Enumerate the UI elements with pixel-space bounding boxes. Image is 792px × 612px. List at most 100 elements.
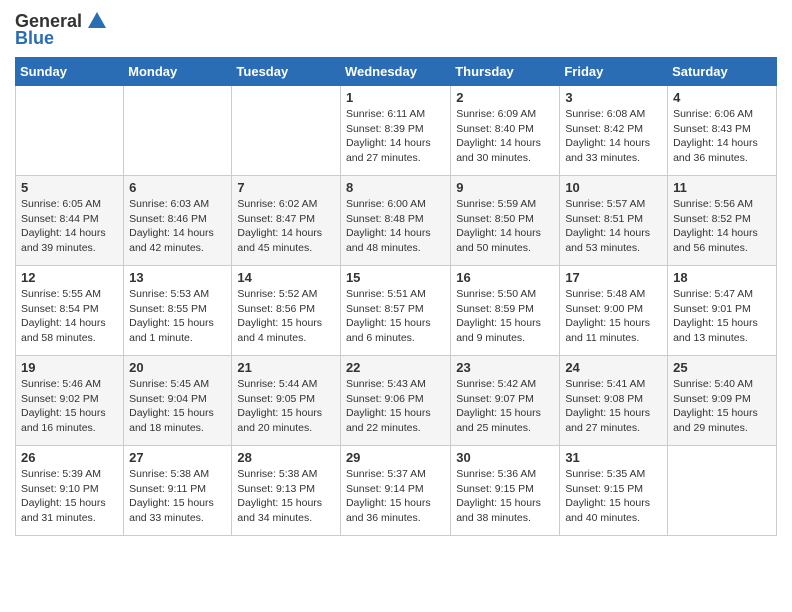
day-info: Sunrise: 5:50 AM Sunset: 8:59 PM Dayligh…: [456, 287, 554, 346]
day-number: 20: [129, 360, 226, 375]
day-number: 26: [21, 450, 118, 465]
dow-header-monday: Monday: [124, 58, 232, 86]
day-number: 9: [456, 180, 554, 195]
day-info: Sunrise: 5:46 AM Sunset: 9:02 PM Dayligh…: [21, 377, 118, 436]
day-info: Sunrise: 6:09 AM Sunset: 8:40 PM Dayligh…: [456, 107, 554, 166]
day-number: 5: [21, 180, 118, 195]
day-number: 23: [456, 360, 554, 375]
calendar-cell-w0-d4: 2Sunrise: 6:09 AM Sunset: 8:40 PM Daylig…: [451, 86, 560, 176]
day-info: Sunrise: 5:55 AM Sunset: 8:54 PM Dayligh…: [21, 287, 118, 346]
header: General Blue: [15, 10, 777, 49]
dow-header-friday: Friday: [560, 58, 668, 86]
day-info: Sunrise: 6:08 AM Sunset: 8:42 PM Dayligh…: [565, 107, 662, 166]
day-number: 7: [237, 180, 335, 195]
day-info: Sunrise: 5:37 AM Sunset: 9:14 PM Dayligh…: [346, 467, 445, 526]
calendar-cell-w2-d3: 15 Sunrise: 5:51 AM Sunset: 8:57 PM Dayli…: [340, 266, 450, 356]
calendar-cell-w4-d6: [668, 446, 777, 536]
calendar-cell-w3-d1: 20 Sunrise: 5:45 AM Sunset: 9:04 PM Dayli…: [124, 356, 232, 446]
calendar-cell-w2-d1: 13Sunrise: 5:53 AM Sunset: 8:55 PM Dayli…: [124, 266, 232, 356]
calendar-cell-w3-d4: 23 Sunrise: 5:42 AM Sunset: 9:07 PM Dayli…: [451, 356, 560, 446]
calendar-cell-w1-d5: 10 Sunrise: 5:57 AM Sunset: 8:51 PM Dayli…: [560, 176, 668, 266]
calendar-cell-w4-d0: 26 Sunrise: 5:39 AM Sunset: 9:10 PM Dayli…: [16, 446, 124, 536]
calendar-cell-w0-d0: [16, 86, 124, 176]
calendar-cell-w1-d3: 8 Sunrise: 6:00 AM Sunset: 8:48 PM Daylig…: [340, 176, 450, 266]
day-info: Sunrise: 5:36 AM Sunset: 9:15 PM Dayligh…: [456, 467, 554, 526]
dow-header-tuesday: Tuesday: [232, 58, 341, 86]
day-number: 6: [129, 180, 226, 195]
calendar-cell-w4-d2: 28 Sunrise: 5:38 AM Sunset: 9:13 PM Dayli…: [232, 446, 341, 536]
day-info: Sunrise: 5:38 AM Sunset: 9:13 PM Dayligh…: [237, 467, 335, 526]
calendar-cell-w0-d5: 3 Sunrise: 6:08 AM Sunset: 8:42 PM Daylig…: [560, 86, 668, 176]
logo-blue-text: Blue: [15, 28, 54, 49]
calendar-cell-w1-d0: 5 Sunrise: 6:05 AM Sunset: 8:44 PM Daylig…: [16, 176, 124, 266]
calendar-cell-w4-d4: 30Sunrise: 5:36 AM Sunset: 9:15 PM Dayli…: [451, 446, 560, 536]
day-number: 27: [129, 450, 226, 465]
logo-icon: [86, 10, 108, 32]
day-info: Sunrise: 5:35 AM Sunset: 9:15 PM Dayligh…: [565, 467, 662, 526]
calendar-table: SundayMondayTuesdayWednesdayThursdayFrid…: [15, 57, 777, 536]
calendar-cell-w4-d3: 29 Sunrise: 5:37 AM Sunset: 9:14 PM Dayli…: [340, 446, 450, 536]
calendar-cell-w3-d2: 21 Sunrise: 5:44 AM Sunset: 9:05 PM Dayli…: [232, 356, 341, 446]
day-info: Sunrise: 6:05 AM Sunset: 8:44 PM Dayligh…: [21, 197, 118, 256]
dow-header-sunday: Sunday: [16, 58, 124, 86]
day-number: 18: [673, 270, 771, 285]
calendar-cell-w4-d1: 27Sunrise: 5:38 AM Sunset: 9:11 PM Dayli…: [124, 446, 232, 536]
calendar-cell-w1-d1: 6 Sunrise: 6:03 AM Sunset: 8:46 PM Daylig…: [124, 176, 232, 266]
calendar-cell-w1-d4: 9 Sunrise: 5:59 AM Sunset: 8:50 PM Daylig…: [451, 176, 560, 266]
day-number: 19: [21, 360, 118, 375]
day-info: Sunrise: 5:47 AM Sunset: 9:01 PM Dayligh…: [673, 287, 771, 346]
calendar-cell-w0-d1: [124, 86, 232, 176]
dow-header-saturday: Saturday: [668, 58, 777, 86]
day-number: 8: [346, 180, 445, 195]
day-info: Sunrise: 6:00 AM Sunset: 8:48 PM Dayligh…: [346, 197, 445, 256]
day-number: 10: [565, 180, 662, 195]
calendar-cell-w2-d2: 14 Sunrise: 5:52 AM Sunset: 8:56 PM Dayli…: [232, 266, 341, 356]
calendar-cell-w0-d3: 1Sunrise: 6:11 AM Sunset: 8:39 PM Daylig…: [340, 86, 450, 176]
calendar-cell-w3-d5: 24 Sunrise: 5:41 AM Sunset: 9:08 PM Dayli…: [560, 356, 668, 446]
day-info: Sunrise: 6:02 AM Sunset: 8:47 PM Dayligh…: [237, 197, 335, 256]
calendar-cell-w2-d5: 17Sunrise: 5:48 AM Sunset: 9:00 PM Dayli…: [560, 266, 668, 356]
logo: General Blue: [15, 10, 108, 49]
day-number: 24: [565, 360, 662, 375]
day-number: 22: [346, 360, 445, 375]
day-info: Sunrise: 5:53 AM Sunset: 8:55 PM Dayligh…: [129, 287, 226, 346]
day-info: Sunrise: 5:44 AM Sunset: 9:05 PM Dayligh…: [237, 377, 335, 436]
day-info: Sunrise: 5:56 AM Sunset: 8:52 PM Dayligh…: [673, 197, 771, 256]
calendar-cell-w3-d0: 19 Sunrise: 5:46 AM Sunset: 9:02 PM Dayli…: [16, 356, 124, 446]
day-info: Sunrise: 5:45 AM Sunset: 9:04 PM Dayligh…: [129, 377, 226, 436]
calendar-cell-w2-d0: 12Sunrise: 5:55 AM Sunset: 8:54 PM Dayli…: [16, 266, 124, 356]
day-info: Sunrise: 5:52 AM Sunset: 8:56 PM Dayligh…: [237, 287, 335, 346]
calendar-cell-w1-d6: 11Sunrise: 5:56 AM Sunset: 8:52 PM Dayli…: [668, 176, 777, 266]
day-info: Sunrise: 5:59 AM Sunset: 8:50 PM Dayligh…: [456, 197, 554, 256]
dow-header-wednesday: Wednesday: [340, 58, 450, 86]
day-number: 4: [673, 90, 771, 105]
day-info: Sunrise: 5:57 AM Sunset: 8:51 PM Dayligh…: [565, 197, 662, 256]
calendar-cell-w4-d5: 31 Sunrise: 5:35 AM Sunset: 9:15 PM Dayli…: [560, 446, 668, 536]
day-info: Sunrise: 5:51 AM Sunset: 8:57 PM Dayligh…: [346, 287, 445, 346]
calendar-cell-w0-d6: 4 Sunrise: 6:06 AM Sunset: 8:43 PM Daylig…: [668, 86, 777, 176]
day-info: Sunrise: 6:06 AM Sunset: 8:43 PM Dayligh…: [673, 107, 771, 166]
day-number: 3: [565, 90, 662, 105]
day-number: 29: [346, 450, 445, 465]
day-number: 21: [237, 360, 335, 375]
day-info: Sunrise: 6:11 AM Sunset: 8:39 PM Dayligh…: [346, 107, 445, 166]
day-number: 15: [346, 270, 445, 285]
day-number: 31: [565, 450, 662, 465]
calendar-cell-w2-d4: 16 Sunrise: 5:50 AM Sunset: 8:59 PM Dayli…: [451, 266, 560, 356]
day-number: 16: [456, 270, 554, 285]
calendar-cell-w3-d3: 22 Sunrise: 5:43 AM Sunset: 9:06 PM Dayli…: [340, 356, 450, 446]
calendar-cell-w3-d6: 25 Sunrise: 5:40 AM Sunset: 9:09 PM Dayli…: [668, 356, 777, 446]
day-info: Sunrise: 5:43 AM Sunset: 9:06 PM Dayligh…: [346, 377, 445, 436]
day-info: Sunrise: 5:48 AM Sunset: 9:00 PM Dayligh…: [565, 287, 662, 346]
day-info: Sunrise: 5:41 AM Sunset: 9:08 PM Dayligh…: [565, 377, 662, 436]
calendar-cell-w1-d2: 7 Sunrise: 6:02 AM Sunset: 8:47 PM Daylig…: [232, 176, 341, 266]
day-info: Sunrise: 6:03 AM Sunset: 8:46 PM Dayligh…: [129, 197, 226, 256]
day-info: Sunrise: 5:40 AM Sunset: 9:09 PM Dayligh…: [673, 377, 771, 436]
day-info: Sunrise: 5:39 AM Sunset: 9:10 PM Dayligh…: [21, 467, 118, 526]
calendar-cell-w0-d2: [232, 86, 341, 176]
day-number: 28: [237, 450, 335, 465]
day-info: Sunrise: 5:42 AM Sunset: 9:07 PM Dayligh…: [456, 377, 554, 436]
calendar-cell-w2-d6: 18 Sunrise: 5:47 AM Sunset: 9:01 PM Dayli…: [668, 266, 777, 356]
day-number: 25: [673, 360, 771, 375]
day-number: 14: [237, 270, 335, 285]
